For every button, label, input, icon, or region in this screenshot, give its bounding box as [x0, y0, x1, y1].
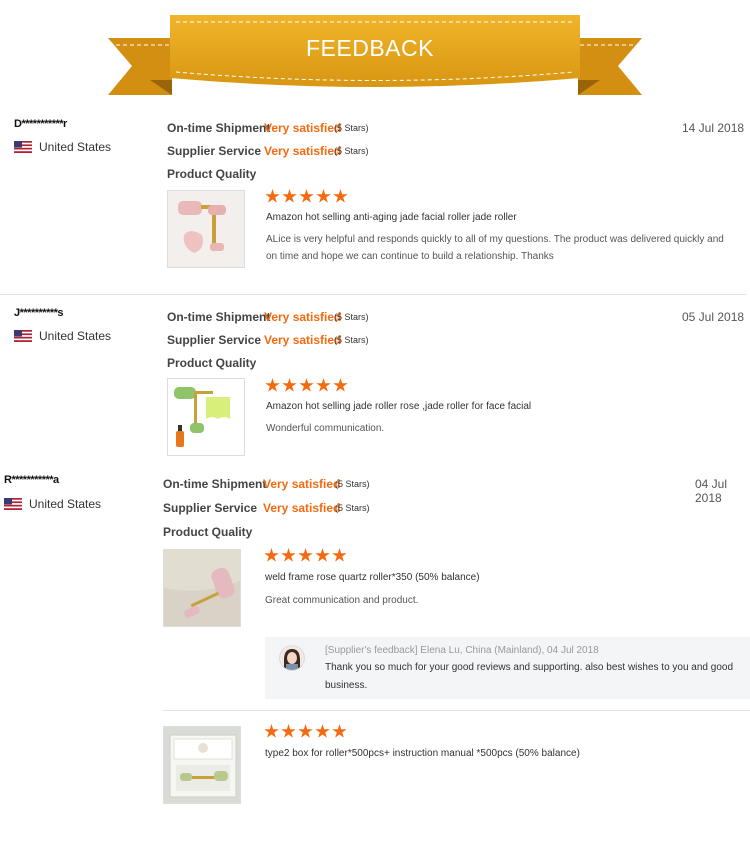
- label-service: Supplier Service: [163, 501, 258, 515]
- buyer-name: R***********a: [4, 474, 59, 486]
- rating-shipment: Very satisfied: [264, 121, 342, 135]
- star-icon: [315, 548, 330, 562]
- label-shipment: On-time Shipment: [163, 477, 267, 491]
- product-thumbnail[interactable]: [163, 549, 241, 627]
- star-icon: [332, 724, 347, 738]
- product-thumbnail[interactable]: [163, 726, 241, 804]
- buyer-country: United States: [14, 329, 111, 343]
- star-icon: [332, 548, 347, 562]
- order-divider: [163, 710, 750, 711]
- label-service: Supplier Service: [167, 144, 262, 158]
- star-icon: [265, 378, 280, 392]
- star-icon: [265, 189, 280, 203]
- star-rating: [264, 724, 347, 739]
- reply-body: Thank you so much for your good reviews …: [325, 662, 734, 691]
- product-name[interactable]: Amazon hot selling jade roller rose ,jad…: [266, 401, 531, 412]
- buyer-name: D***********r: [14, 118, 67, 130]
- review-date: 05 Jul 2018: [682, 310, 745, 324]
- stars-service: (5 Stars): [334, 146, 369, 156]
- star-icon: [316, 189, 331, 203]
- star-icon: [315, 724, 330, 738]
- star-icon: [264, 724, 279, 738]
- star-icon: [282, 189, 297, 203]
- feedback-banner: FEEDBACK: [0, 0, 750, 110]
- label-shipment: On-time Shipment: [167, 121, 271, 135]
- product-name[interactable]: weld frame rose quartz roller*350 (50% b…: [265, 572, 480, 583]
- stars-shipment: (5 Stars): [334, 123, 369, 133]
- label-shipment: On-time Shipment: [167, 310, 271, 324]
- buyer-name: J**********s: [14, 307, 64, 319]
- us-flag-icon: [14, 141, 32, 153]
- label-quality: Product Quality: [163, 525, 253, 539]
- star-icon: [281, 548, 296, 562]
- country-name: United States: [39, 140, 112, 154]
- star-icon: [333, 378, 348, 392]
- product-name[interactable]: Amazon hot selling anti-aging jade facia…: [266, 212, 517, 223]
- review-comment: Wonderful communication.: [266, 423, 385, 434]
- product-thumbnail[interactable]: [167, 190, 245, 268]
- buyer-country: United States: [4, 497, 101, 511]
- stars-service: (5 Stars): [335, 503, 370, 513]
- review-divider: [0, 294, 746, 295]
- us-flag-icon: [4, 498, 22, 510]
- product-thumbnail[interactable]: [167, 378, 245, 456]
- country-name: United States: [29, 497, 102, 511]
- country-name: United States: [39, 329, 112, 343]
- banner-title: FEEDBACK: [306, 35, 434, 61]
- review-date: 14 Jul 2018: [682, 121, 745, 135]
- rating-shipment: Very satisfied: [264, 310, 342, 324]
- star-rating: [265, 189, 348, 204]
- star-icon: [298, 724, 313, 738]
- avatar: [279, 645, 305, 671]
- rating-service: Very satisfied: [264, 333, 342, 347]
- stars-shipment: (5 Stars): [335, 479, 370, 489]
- star-icon: [264, 548, 279, 562]
- stars-service: (5 Stars): [334, 335, 369, 345]
- label-quality: Product Quality: [167, 356, 257, 370]
- stars-shipment: (5 Stars): [334, 312, 369, 322]
- star-icon: [298, 548, 313, 562]
- supplier-reply: [Supplier's feedback] Elena Lu, China (M…: [265, 637, 750, 699]
- label-quality: Product Quality: [167, 167, 257, 181]
- review-comment: Great communication and product.: [265, 595, 419, 606]
- star-icon: [281, 724, 296, 738]
- star-icon: [299, 378, 314, 392]
- star-icon: [333, 189, 348, 203]
- star-icon: [316, 378, 331, 392]
- star-rating: [264, 548, 347, 563]
- label-service: Supplier Service: [167, 333, 262, 347]
- reply-header: [Supplier's feedback] Elena Lu, China (M…: [325, 645, 599, 656]
- star-icon: [299, 189, 314, 203]
- star-rating: [265, 378, 348, 393]
- review-date: 04 Jul 2018: [695, 477, 728, 505]
- rating-shipment: Very satisfied: [263, 477, 341, 491]
- review-comment: ALice is very helpful and responds quick…: [266, 234, 724, 262]
- rating-service: Very satisfied: [263, 501, 341, 515]
- buyer-country: United States: [14, 140, 111, 154]
- us-flag-icon: [14, 330, 32, 342]
- rating-service: Very satisfied: [264, 144, 342, 158]
- product-name[interactable]: type2 box for roller*500pcs+ instruction…: [265, 748, 580, 759]
- star-icon: [282, 378, 297, 392]
